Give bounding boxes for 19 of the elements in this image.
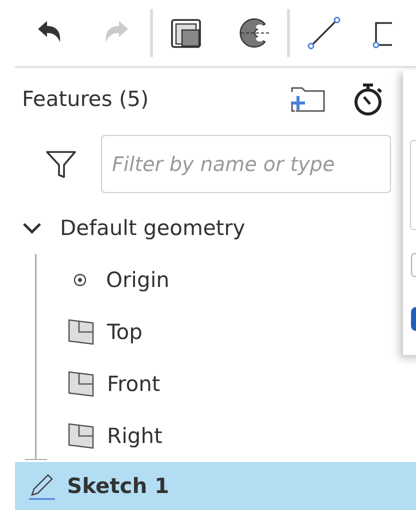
chevron-icon[interactable] [22,221,42,235]
line-icon[interactable] [306,15,342,51]
filter-field[interactable]: Filter by name or type [101,135,391,193]
origin-icon [73,273,87,287]
tree-row[interactable]: Default geometry [0,202,416,254]
tree-label: Top [107,320,142,344]
tree-row[interactable]: Right [45,410,416,462]
sketch-row[interactable]: Sketch 1 [15,462,416,510]
tree-row[interactable]: Origin [45,254,416,306]
tree-label: Origin [106,268,170,292]
tree-label: Right [107,424,162,448]
stopwatch-icon[interactable] [352,82,384,116]
tree-row[interactable]: Front [45,358,416,410]
tree-label: Sketch 1 [67,474,170,498]
panel-title: Features (5) [22,87,150,111]
tree-row[interactable]: Top [45,306,416,358]
filter-icon[interactable] [45,148,77,180]
tree-label: Default geometry [60,216,246,240]
tree-label: Front [107,372,160,396]
